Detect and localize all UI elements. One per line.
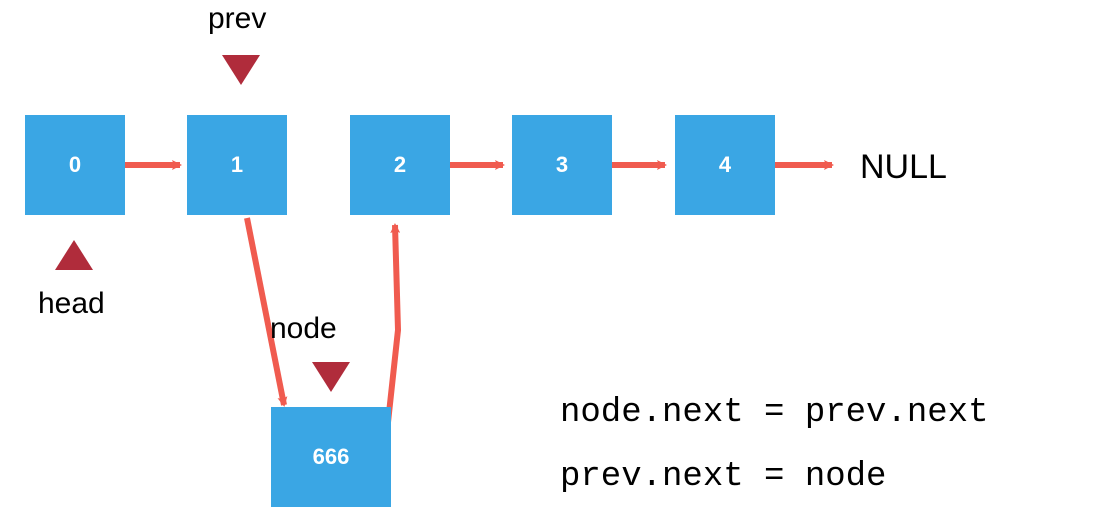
code-line-1: node.next = prev.next bbox=[560, 394, 988, 432]
head-pointer-icon bbox=[55, 240, 93, 270]
node-value: 2 bbox=[394, 152, 406, 178]
list-node: 0 bbox=[25, 115, 125, 215]
node-value: 1 bbox=[231, 152, 243, 178]
list-node: 4 bbox=[675, 115, 775, 215]
node-label: node bbox=[270, 312, 337, 346]
list-node: 3 bbox=[512, 115, 612, 215]
head-label: head bbox=[38, 287, 105, 321]
node-value: 0 bbox=[69, 152, 81, 178]
list-node: 1 bbox=[187, 115, 287, 215]
node-value: 666 bbox=[313, 444, 350, 470]
prev-pointer-icon bbox=[222, 55, 260, 85]
null-label: NULL bbox=[860, 148, 947, 187]
code-line-2: prev.next = node bbox=[560, 458, 886, 496]
arrows-layer bbox=[0, 0, 1105, 513]
node-pointer-icon bbox=[312, 362, 350, 392]
list-node: 2 bbox=[350, 115, 450, 215]
insert-node: 666 bbox=[271, 407, 391, 507]
node-value: 4 bbox=[719, 152, 731, 178]
linked-list-diagram: prev 0 1 2 3 4 NULL head node 666 node.n… bbox=[0, 0, 1105, 513]
node-value: 3 bbox=[556, 152, 568, 178]
prev-label: prev bbox=[208, 2, 266, 36]
